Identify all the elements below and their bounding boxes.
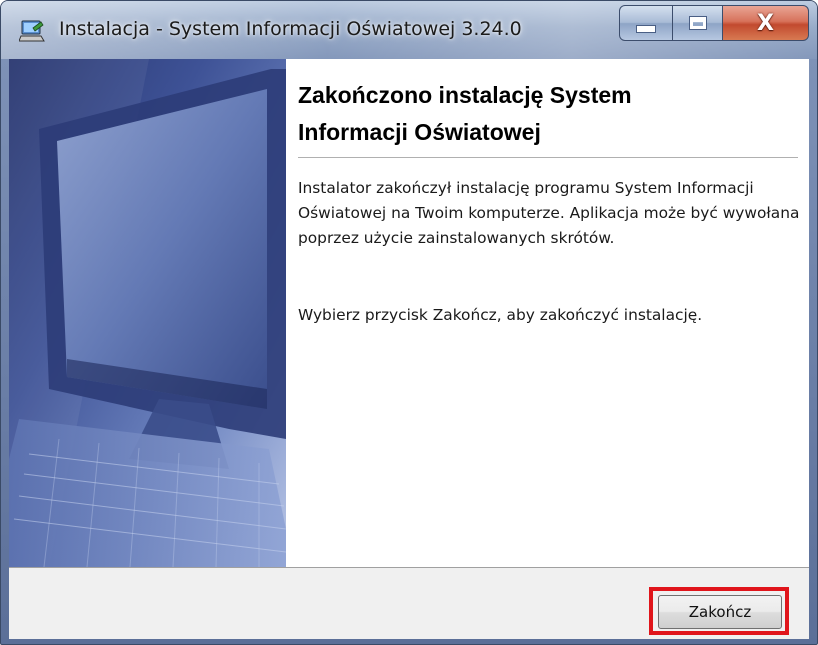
page-title-line2: Informacji Oświatowej: [298, 119, 541, 145]
installer-window: Instalacja - System Informacji Oświatowe…: [0, 0, 818, 645]
installer-client-area: Zakończono instalację System Informacji …: [9, 59, 809, 639]
completion-message: Instalator zakończył instalację programu…: [298, 179, 800, 247]
close-icon: X: [757, 10, 774, 36]
window-controls: X: [619, 5, 809, 45]
finish-button[interactable]: Zakończ: [658, 595, 782, 629]
maximize-icon: [689, 17, 706, 29]
minimize-icon: [637, 26, 655, 32]
title-bar[interactable]: Instalacja - System Informacji Oświatowe…: [1, 1, 817, 59]
content-panel: Zakończono instalację System Informacji …: [286, 59, 809, 567]
button-bar: Zakończ: [9, 567, 809, 639]
page-title: Zakończono instalację System Informacji …: [298, 77, 798, 151]
close-button[interactable]: X: [723, 5, 809, 41]
maximize-button[interactable]: [673, 5, 723, 41]
computer-illustration: [9, 59, 286, 567]
instruction-message: Wybierz przycisk Zakończ, aby zakończyć …: [298, 306, 703, 324]
minimize-button[interactable]: [619, 5, 673, 41]
page-title-line1: Zakończono instalację System: [298, 82, 632, 108]
installer-app-icon: [19, 20, 45, 42]
window-title: Instalacja - System Informacji Oświatowe…: [59, 18, 522, 40]
heading-divider: [298, 157, 798, 159]
